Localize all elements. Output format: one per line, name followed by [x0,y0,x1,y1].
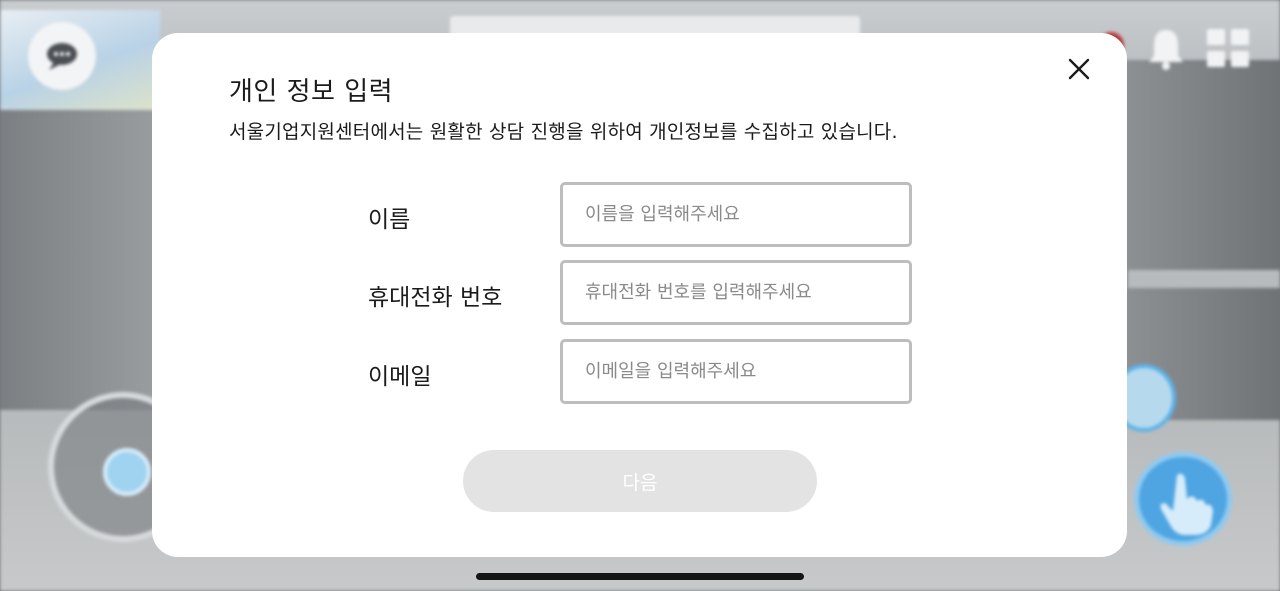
personal-info-modal: 개인 정보 입력 서울기업지원센터에서는 원활한 상담 진행을 위하여 개인정보… [152,33,1127,557]
grid-menu-icon[interactable] [1205,27,1251,69]
name-row: 이름 [152,182,1127,247]
close-icon[interactable] [1068,58,1090,80]
hand-pointer-glyph [1160,473,1213,535]
home-indicator[interactable] [476,573,804,580]
name-label: 이름 [368,207,411,233]
hand-pointer-icon[interactable] [1134,452,1232,546]
chat-glyph [47,43,77,70]
phone-input[interactable] [560,260,912,325]
bell-icon[interactable] [1146,26,1186,70]
email-row: 이메일 [152,339,1127,404]
close-button[interactable] [1062,52,1096,86]
email-input[interactable] [560,339,912,404]
next-button[interactable]: 다음 [463,450,817,512]
email-label: 이메일 [368,364,432,390]
scene-shelf [1128,270,1280,288]
phone-row: 휴대전화 번호 [152,260,1127,325]
chat-icon[interactable] [28,22,96,90]
phone-label: 휴대전화 번호 [368,285,503,311]
modal-description: 서울기업지원센터에서는 원활한 상담 진행을 위하여 개인정보를 수집하고 있습… [229,121,898,143]
joystick-knob[interactable] [103,448,151,496]
grid-glyph [1207,29,1249,67]
modal-title: 개인 정보 입력 [229,77,394,107]
name-input[interactable] [560,182,912,247]
scene-wall-left [0,110,160,410]
bell-glyph [1149,30,1183,70]
